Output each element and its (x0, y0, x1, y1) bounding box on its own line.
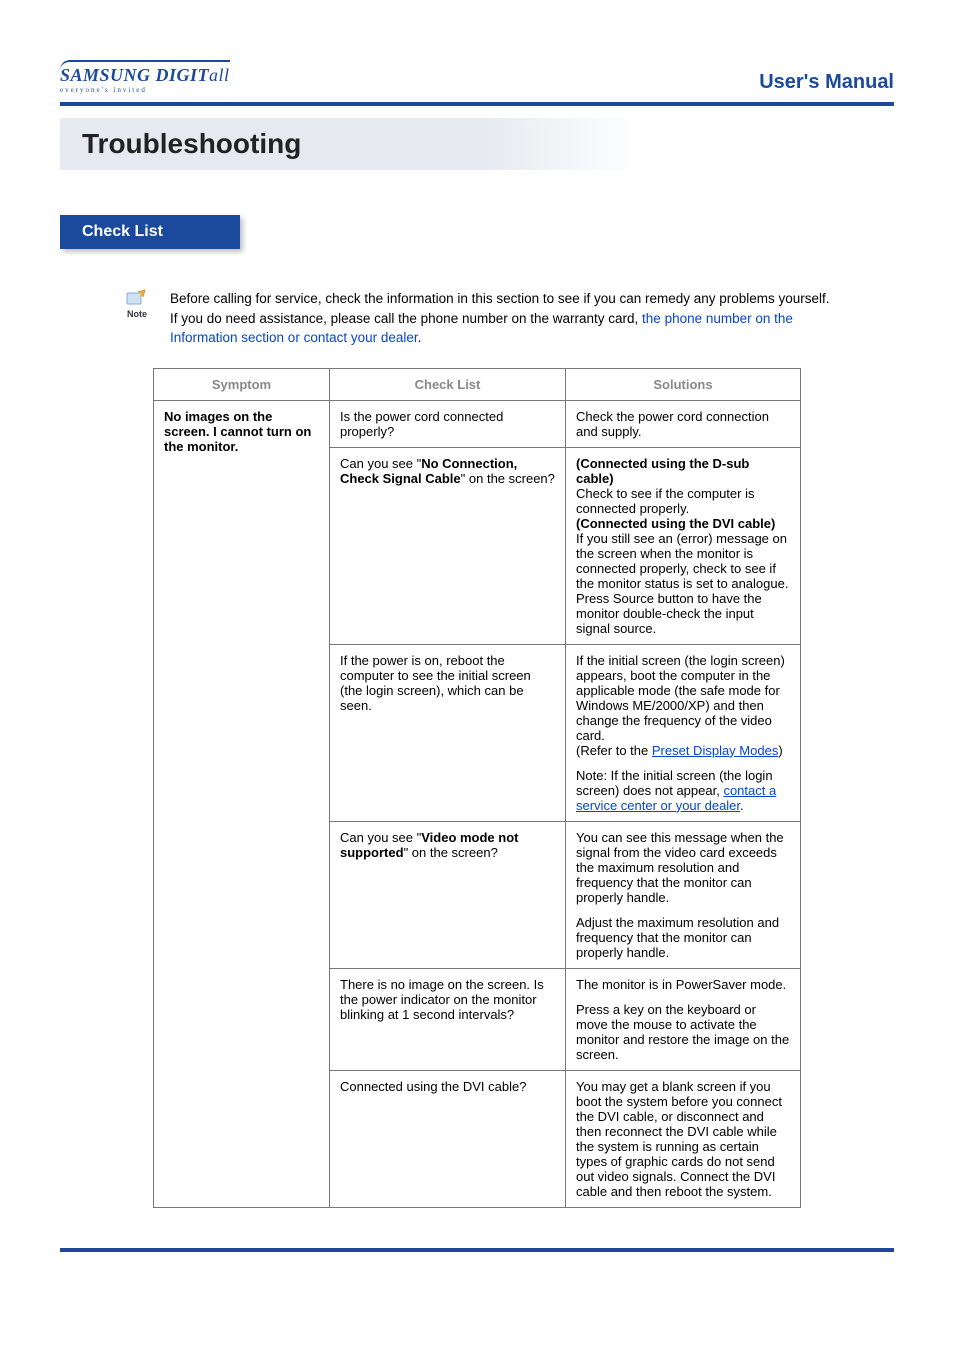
solution-cell: The monitor is in PowerSaver mode. Press… (566, 968, 801, 1070)
brand-logo: SAMSUNG DIGITall everyone's invited (60, 60, 230, 94)
section-tab-checklist: Check List (60, 215, 240, 249)
page-header: SAMSUNG DIGITall everyone's invited User… (60, 60, 894, 94)
th-checklist: Check List (330, 368, 566, 400)
logo-main-text: SAMSUNG DIGIT (60, 65, 209, 85)
note-icon-label: Note (127, 309, 147, 319)
th-symptom: Symptom (154, 368, 330, 400)
solution-cell: You may get a blank screen if you boot t… (566, 1070, 801, 1207)
manual-title: User's Manual (759, 71, 894, 94)
logo-italic-text: all (209, 65, 230, 85)
note-text-suffix: . (418, 330, 422, 345)
check-cell: There is no image on the screen. Is the … (330, 968, 566, 1070)
table-row: No images on the screen. I cannot turn o… (154, 400, 801, 447)
check-cell: Is the power cord connected properly? (330, 400, 566, 447)
solution-cell: (Connected using the D-sub cable) Check … (566, 447, 801, 644)
solution-cell: Check the power cord connection and supp… (566, 400, 801, 447)
note-block: Note Before calling for service, check t… (120, 289, 834, 348)
preset-display-modes-link[interactable]: Preset Display Modes (652, 743, 778, 758)
check-cell: Connected using the DVI cable? (330, 1070, 566, 1207)
solution-cell: If the initial screen (the login screen)… (566, 644, 801, 821)
check-cell: If the power is on, reboot the computer … (330, 644, 566, 821)
troubleshoot-table: Symptom Check List Solutions No images o… (153, 368, 801, 1208)
symptom-cell: No images on the screen. I cannot turn o… (154, 400, 330, 1207)
solution-cell: You can see this message when the signal… (566, 821, 801, 968)
page-title: Troubleshooting (60, 118, 894, 170)
header-divider (60, 102, 894, 106)
footer-divider (60, 1248, 894, 1252)
th-solutions: Solutions (566, 368, 801, 400)
note-icon: Note (120, 289, 154, 348)
check-cell: Can you see "Video mode not supported" o… (330, 821, 566, 968)
note-text: Before calling for service, check the in… (170, 289, 834, 348)
logo-tagline: everyone's invited (60, 86, 230, 94)
check-cell: Can you see "No Connection, Check Signal… (330, 447, 566, 644)
